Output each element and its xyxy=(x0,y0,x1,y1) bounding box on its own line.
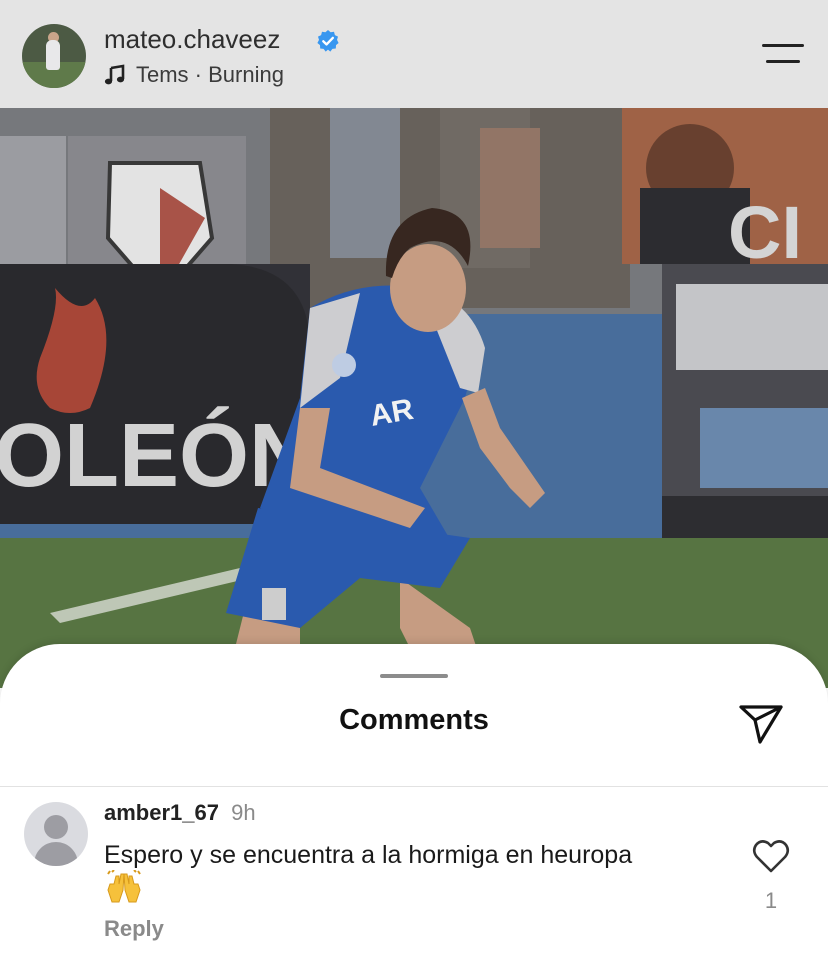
comment-username[interactable]: amber1_67 xyxy=(104,800,219,825)
divider xyxy=(0,786,828,787)
menu-icon[interactable] xyxy=(762,40,806,68)
reply-button[interactable]: Reply xyxy=(104,916,164,942)
comment-avatar[interactable] xyxy=(24,802,88,866)
like-count: 1 xyxy=(764,888,778,913)
comment-timestamp: 9h xyxy=(231,800,256,825)
share-send-icon[interactable] xyxy=(738,700,784,746)
comment-meta: amber1_67 9h xyxy=(104,800,256,826)
heart-icon[interactable] xyxy=(752,838,790,874)
music-label: Tems · Burning xyxy=(136,62,284,87)
music-attribution[interactable]: Tems · Burning xyxy=(104,62,284,88)
comments-sheet: Comments amber1_67 9h Espero y se encuen… xyxy=(0,644,828,958)
music-note-icon xyxy=(104,64,125,85)
username[interactable]: mateo.chaveez xyxy=(104,24,280,55)
post-photo[interactable]: CI OLEÓN AR xyxy=(0,108,828,688)
comment-text: Espero y se encuentra a la hormiga en he… xyxy=(104,841,633,869)
profile-avatar[interactable] xyxy=(22,24,86,88)
post-header: mateo.chaveez Tems · Burning xyxy=(0,0,828,108)
sheet-grabber[interactable] xyxy=(380,674,448,678)
raising-hands-icon xyxy=(107,870,141,903)
photo-dim-overlay xyxy=(0,108,828,688)
verified-badge-icon xyxy=(317,30,339,52)
comments-title: Comments xyxy=(339,704,489,736)
